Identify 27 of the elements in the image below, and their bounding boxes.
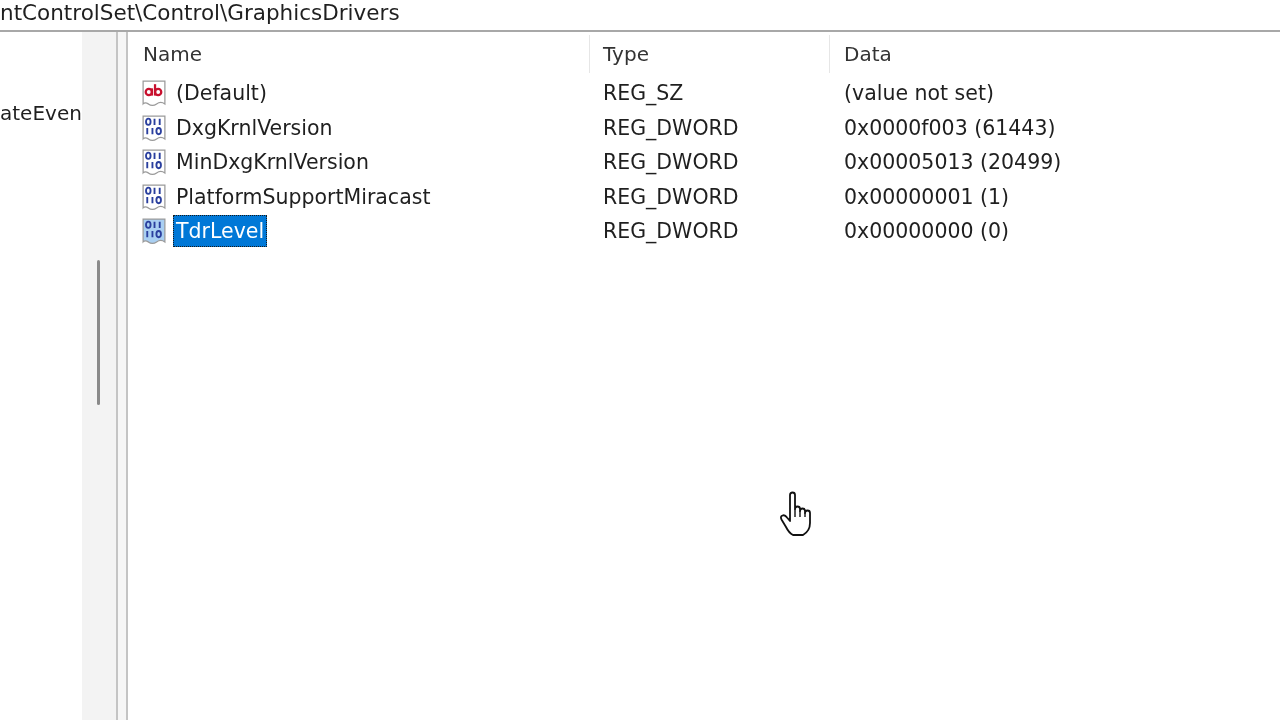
column-header[interactable]: Name	[128, 35, 590, 73]
value-type: REG_DWORD	[603, 184, 739, 209]
value-data: 0x00005013 (20499)	[844, 150, 1062, 175]
value-data: 0x00000000 (0)	[844, 219, 1010, 244]
value-data: 0x0000f003 (61443)	[844, 115, 1056, 140]
value-name[interactable]: (Default)	[173, 77, 270, 110]
value-data: (value not set)	[844, 81, 994, 106]
string-value-icon	[139, 79, 169, 108]
binary-value-icon	[139, 113, 169, 142]
binary-value-icon	[139, 182, 169, 211]
value-name[interactable]: MinDxgKrnlVersion	[173, 146, 372, 179]
value-type: REG_SZ	[603, 81, 684, 106]
binary-value-icon	[139, 217, 169, 246]
scrollbar-thumb[interactable]	[97, 260, 100, 405]
pane-splitter[interactable]	[116, 32, 128, 720]
tree-item[interactable]: ateEven	[0, 96, 82, 130]
value-name[interactable]: TdrLevel	[173, 215, 268, 248]
value-type: REG_DWORD	[603, 115, 739, 140]
value-name[interactable]: DxgKrnlVersion	[173, 111, 336, 144]
value-type: REG_DWORD	[603, 219, 739, 244]
column-header[interactable]: Data	[830, 35, 1280, 73]
column-header[interactable]: Type	[590, 35, 830, 73]
value-type: REG_DWORD	[603, 150, 739, 175]
value-data: 0x00000001 (1)	[844, 184, 1010, 209]
binary-value-icon	[139, 148, 169, 177]
hand-cursor-icon	[779, 491, 813, 537]
value-name[interactable]: PlatformSupportMiracast	[173, 180, 434, 213]
